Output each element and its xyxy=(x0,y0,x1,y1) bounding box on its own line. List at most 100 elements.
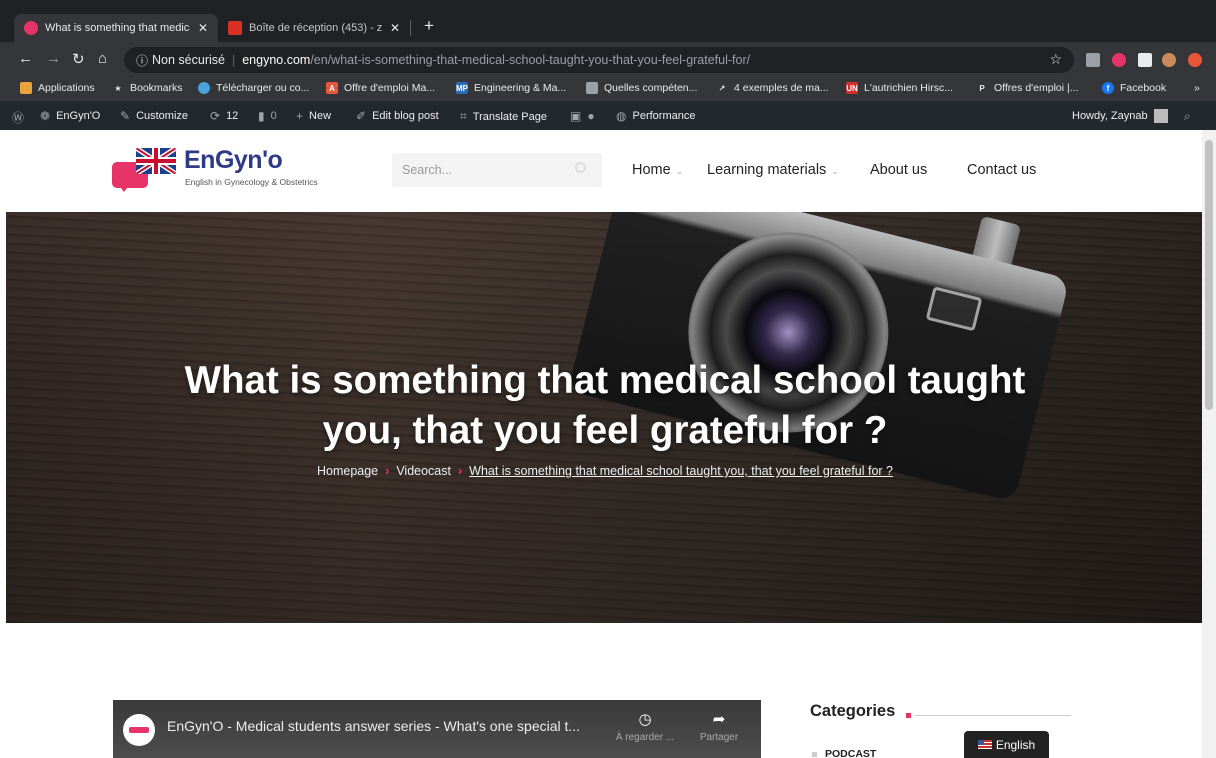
bookmark-item[interactable]: Télécharger ou co... xyxy=(198,82,309,94)
brush-icon: ✎ xyxy=(120,109,131,123)
tab-strip: What is something that medica ✕ Boîte de… xyxy=(0,0,1216,42)
bookmark-item[interactable]: Quelles compéten... xyxy=(586,82,697,94)
bookmark-item[interactable]: ↗ 4 exemples de ma... xyxy=(716,82,829,94)
pencil-icon: ✐ xyxy=(356,109,367,123)
more-bookmarks-icon[interactable]: » xyxy=(1194,82,1200,94)
bookmark-item[interactable]: P Offres d'emploi |... xyxy=(976,82,1078,94)
language-label: English xyxy=(995,737,1036,752)
extension-icon[interactable] xyxy=(1112,53,1126,67)
search-input[interactable] xyxy=(392,153,562,187)
gmail-icon xyxy=(228,21,242,35)
youtube-embed[interactable]: EnGyn'O - Medical students answer series… xyxy=(113,700,761,758)
bookmark-favicon-icon: P xyxy=(979,83,985,93)
yoast-icon[interactable]: ▣ ● xyxy=(570,109,601,123)
performance-icon: ◍ xyxy=(616,109,627,123)
search-icon[interactable]: ⌕ xyxy=(1184,109,1197,124)
bookmark-favicon-icon: UN xyxy=(846,82,858,94)
updates-icon: ⟳ xyxy=(210,109,221,123)
heading-accent-dot xyxy=(906,713,911,718)
bookmark-star-icon[interactable]: ☆ xyxy=(1049,51,1062,68)
page-scrollbar[interactable] xyxy=(1202,130,1216,758)
browser-toolbar: ← → ↻ ⌂ ⓘ Non sécurisé | engyno.com /en/… xyxy=(0,42,1216,77)
language-switcher[interactable]: English xyxy=(964,731,1049,758)
tab-title: Boîte de réception (453) - zay xyxy=(249,22,382,34)
extensions-puzzle-icon[interactable] xyxy=(1138,53,1152,67)
chevron-down-icon: ⌄ xyxy=(831,166,839,176)
share-button[interactable]: ➦ Partager xyxy=(687,710,751,743)
nav-home[interactable]: Home ⌄ xyxy=(632,162,683,178)
wp-comments[interactable]: ▮ 0 xyxy=(258,109,277,123)
breadcrumb: Homepage › Videocast › What is something tha… xyxy=(100,464,1110,478)
site-logo[interactable]: EnGyn'o English in Gynecology & Obstetri… xyxy=(112,146,362,192)
address-bar[interactable]: ⓘ Non sécurisé | engyno.com /en/what-is-… xyxy=(124,47,1074,73)
profile-avatar[interactable] xyxy=(1162,53,1176,67)
page-title-line: you, that you feel grateful for ? xyxy=(322,409,888,452)
logo-bubble-tail xyxy=(118,184,130,192)
forward-icon[interactable]: → xyxy=(46,50,61,67)
wp-edit-label: Edit blog post xyxy=(372,110,439,122)
wp-customize[interactable]: ✎ Customize xyxy=(120,109,188,123)
wp-updates[interactable]: ⟳ 12 xyxy=(210,109,238,123)
wp-site-name[interactable]: ❁ EnGyn'O xyxy=(40,109,100,123)
update-icon[interactable] xyxy=(1188,53,1202,67)
bookmark-label: Applications xyxy=(38,82,95,94)
bookmark-bookmarks[interactable]: ★ Bookmarks xyxy=(112,82,183,94)
wp-edit-post[interactable]: ✐ Edit blog post xyxy=(356,109,439,123)
site-search xyxy=(392,153,602,187)
category-link[interactable]: PODCAST xyxy=(812,748,876,758)
new-tab-icon[interactable]: + xyxy=(424,16,434,36)
bookmark-applications[interactable]: Applications xyxy=(20,82,95,94)
url-path: /en/what-is-something-that-medical-schoo… xyxy=(310,53,751,67)
breadcrumb-videocast[interactable]: Videocast xyxy=(396,464,451,478)
browser-window: What is something that medica ✕ Boîte de… xyxy=(0,0,1216,758)
bookmark-item[interactable]: UN L'autrichien Hirsc... xyxy=(846,82,953,94)
info-icon[interactable]: ⓘ xyxy=(136,52,148,69)
nav-contact-us[interactable]: Contact us xyxy=(967,162,1036,178)
bookmarks-bar: Applications ★ Bookmarks Télécharger ou c… xyxy=(0,77,1216,101)
bookmark-facebook[interactable]: f Facebook xyxy=(1102,82,1166,94)
tab-divider xyxy=(410,20,411,36)
close-tab-icon[interactable]: ✕ xyxy=(198,21,208,35)
channel-avatar[interactable] xyxy=(123,714,155,746)
tab-gmail[interactable]: Boîte de réception (453) - zay ✕ xyxy=(218,14,410,42)
nav-about-us[interactable]: About us xyxy=(870,162,927,178)
apps-grid-icon xyxy=(20,82,32,94)
uk-flag-icon xyxy=(136,148,176,174)
bookmark-favicon-icon xyxy=(586,82,598,94)
home-icon[interactable]: ⌂ xyxy=(98,50,107,67)
url-separator: | xyxy=(231,53,236,67)
bookmark-label: Télécharger ou co... xyxy=(216,82,310,94)
watch-later-button[interactable]: ◷ À regarder ... xyxy=(613,710,677,743)
wp-translate-label: Translate Page xyxy=(472,110,547,123)
scrollbar-thumb[interactable] xyxy=(1205,140,1213,410)
bookmark-favicon-icon: MP xyxy=(456,82,468,94)
bookmark-item[interactable]: MP Engineering & Ma... xyxy=(456,82,566,94)
close-tab-icon[interactable]: ✕ xyxy=(390,21,400,35)
wp-new-label: New xyxy=(309,110,332,122)
wp-translate[interactable]: ⌗ Translate Page xyxy=(460,109,547,124)
wp-account[interactable]: Howdy, Zaynab xyxy=(1072,109,1168,123)
bullet-icon xyxy=(812,751,817,757)
breadcrumb-homepage[interactable]: Homepage xyxy=(317,464,378,478)
breadcrumb-current[interactable]: What is something that medical school ta… xyxy=(469,464,893,478)
bookmark-label: Bookmarks xyxy=(130,82,183,94)
wp-updates-count: 12 xyxy=(226,110,239,122)
wp-comments-count: 0 xyxy=(270,110,277,122)
wordpress-logo-icon[interactable]: Ⓦ xyxy=(12,109,30,126)
video-title[interactable]: EnGyn'O - Medical students answer series… xyxy=(167,718,580,734)
bookmark-label: L'autrichien Hirsc... xyxy=(864,82,953,94)
reload-icon[interactable]: ↻ xyxy=(72,50,85,68)
bookmark-label: Facebook xyxy=(1120,82,1167,94)
nav-learning-materials[interactable]: Learning materials ⌄ xyxy=(707,162,839,178)
wp-new[interactable]: + New xyxy=(296,109,331,123)
search-icon[interactable] xyxy=(575,162,586,173)
wp-performance[interactable]: ◍ Performance xyxy=(616,109,695,123)
nav-label: Contact us xyxy=(967,162,1037,178)
nav-label: Learning materials xyxy=(707,162,827,178)
back-icon[interactable]: ← xyxy=(18,50,33,67)
tab-active[interactable]: What is something that medica ✕ xyxy=(14,14,218,42)
extension-icon[interactable] xyxy=(1086,53,1100,67)
bookmark-item[interactable]: A Offre d'emploi Ma... xyxy=(326,82,435,94)
share-label: Partager xyxy=(699,732,739,743)
chevron-right-icon: › xyxy=(385,464,390,478)
